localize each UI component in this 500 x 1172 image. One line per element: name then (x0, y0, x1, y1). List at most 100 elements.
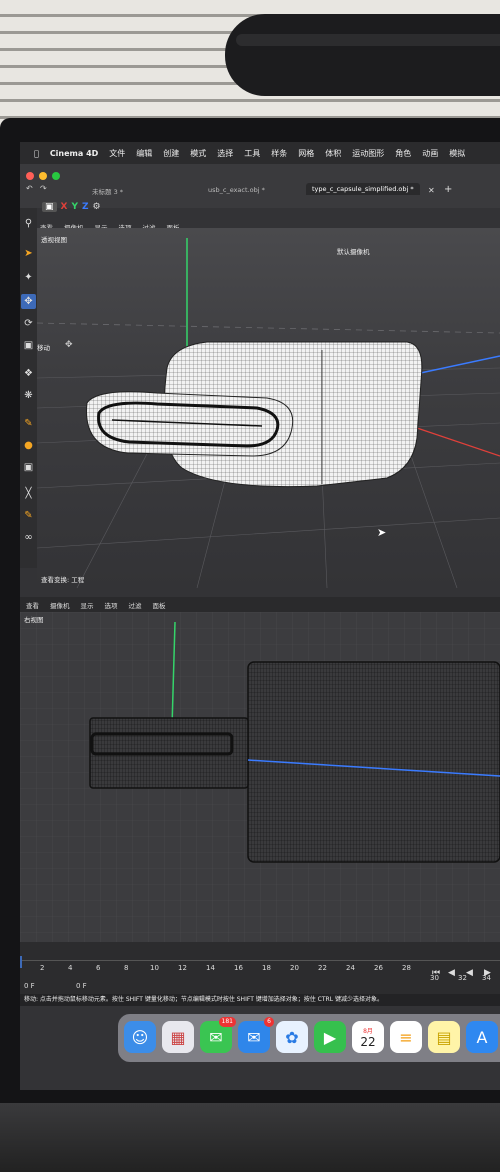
material-icon[interactable]: ▣ (21, 460, 36, 475)
frame-tick-26: 26 (374, 964, 383, 972)
minimize-window-button[interactable] (39, 172, 47, 180)
magnet-icon[interactable]: ∞ (21, 530, 36, 545)
start-frame-field[interactable]: 0 F (76, 982, 87, 990)
calendar-icon[interactable]: 8月 22 (352, 1021, 384, 1053)
left-toolbar: ⚲ ➤ ✦ ✥ ⟳ ▣ ❖ ❋ ✎ ● ▣ ╳ ✎ ∞ (20, 208, 37, 568)
snap-icon[interactable]: ❖ (21, 366, 36, 381)
menu-character[interactable]: 角色 (395, 148, 411, 159)
dock: ☺ ▦ ✉ 181 ✉ 6 ✿ ▶ 8月 22 ≡ ▤ A (118, 1014, 500, 1062)
rv-menu-view[interactable]: 查看 (26, 600, 39, 610)
redo-icon[interactable]: ↷ (40, 184, 47, 193)
axis-y-button[interactable]: Y (71, 202, 78, 212)
facetime-icon[interactable]: ▶ (314, 1021, 346, 1053)
frame-tick-24: 24 (346, 964, 355, 972)
workplane-icon[interactable]: ❋ (21, 388, 36, 403)
live-select-icon[interactable]: ✦ (21, 270, 36, 285)
menu-edit[interactable]: 编辑 (136, 148, 152, 159)
frame-tick-28: 28 (402, 964, 411, 972)
frame-tick-22: 22 (318, 964, 327, 972)
status-bar: 移动: 点击并拖动鼠标移动元素。按住 SHIFT 键量化移动；节点编辑模式时按住… (20, 994, 500, 1006)
tab-type-c-capsule[interactable]: type_c_capsule_simplified.obj * (306, 183, 420, 195)
frame-tick-14: 14 (206, 964, 215, 972)
menu-animate[interactable]: 动画 (422, 148, 438, 159)
mail-icon[interactable]: ✉ 6 (238, 1017, 274, 1053)
undo-icon[interactable]: ↶ (26, 184, 33, 193)
right-viewport[interactable]: 右视图 (20, 612, 500, 942)
zoom-window-button[interactable] (52, 172, 60, 180)
play-icon[interactable]: ▶ (484, 968, 491, 978)
add-tab-icon[interactable]: + (444, 184, 452, 195)
frame-tick-18: 18 (262, 964, 271, 972)
calendar-day: 22 (360, 1034, 376, 1049)
menu-create[interactable]: 创建 (163, 148, 179, 159)
menu-mesh[interactable]: 网格 (298, 148, 314, 159)
rv-menu-options[interactable]: 选项 (105, 600, 118, 610)
x-axis-line (416, 427, 500, 457)
frame-tick-10: 10 (150, 964, 159, 972)
menu-bar:  Cinema 4D 文件 编辑 创建 模式 选择 工具 样条 网格 体积 运… (20, 142, 500, 164)
close-window-button[interactable] (26, 172, 34, 180)
rv-menu-cameras[interactable]: 摄像机 (50, 600, 70, 610)
finder-icon[interactable]: ☺ (124, 1021, 156, 1053)
tab-usb-c-exact[interactable]: usb_c_exact.obj * (208, 186, 265, 194)
current-frame-field[interactable]: 0 F (24, 982, 35, 990)
launchpad-icon[interactable]: ▦ (162, 1021, 194, 1053)
playhead[interactable] (20, 956, 22, 968)
menu-file[interactable]: 文件 (109, 148, 125, 159)
rotate-tool-icon[interactable]: ⟳ (21, 316, 36, 331)
notes-icon[interactable]: ▤ (428, 1021, 460, 1053)
frame-tick-16: 16 (234, 964, 243, 972)
go-to-start-icon[interactable]: ⏮ (432, 968, 440, 978)
scale-tool-icon[interactable]: ▣ (21, 338, 36, 353)
move-tool-icon[interactable]: ✥ (21, 294, 36, 309)
frame-tick-2: 2 (40, 964, 45, 972)
right-view-scene (20, 612, 500, 942)
menu-tools[interactable]: 工具 (244, 148, 260, 159)
calendar-month: 8月 (363, 1027, 373, 1035)
frame-tick-6: 6 (96, 964, 101, 972)
apple-icon[interactable]:  (34, 149, 39, 158)
monitor-light-slot (236, 34, 500, 46)
paint-icon[interactable]: ● (21, 438, 36, 453)
rv-menu-panel[interactable]: 面板 (153, 600, 166, 610)
menu-mode[interactable]: 模式 (190, 148, 206, 159)
sculpt-icon[interactable]: ✎ (21, 508, 36, 523)
tool-mode-icon[interactable]: ▣ (42, 202, 57, 212)
timeline-ruler (20, 960, 500, 961)
perspective-viewport[interactable]: 透视视图 默认摄像机 移动 ✥ ➤ 查看变换: 工程 (37, 228, 500, 588)
knife-icon[interactable]: ╳ (21, 486, 36, 501)
previous-frame-icon[interactable]: ◀ (466, 968, 473, 978)
model-plug[interactable] (86, 391, 294, 457)
rv-menu-filter[interactable]: 过滤 (129, 600, 142, 610)
menu-mograph[interactable]: 运动图形 (352, 148, 384, 159)
right-viewport-menu: 查看 摄像机 显示 选项 过滤 面板 (26, 600, 166, 610)
tab-untitled-3[interactable]: 未标题 3 * (92, 186, 123, 196)
coordinate-system-icon[interactable]: ⚙ (93, 202, 101, 212)
messages-icon[interactable]: ✉ 181 (200, 1017, 236, 1053)
menu-simulate[interactable]: 模拟 (449, 148, 465, 159)
previous-key-icon[interactable]: ◀ (448, 968, 455, 978)
move-cross-icon: ✥ (65, 340, 73, 350)
menu-volume[interactable]: 体积 (325, 148, 341, 159)
view-transform-label: 查看变换: 工程 (41, 576, 85, 584)
safari-icon[interactable]: ✿ (276, 1021, 308, 1053)
menu-select[interactable]: 选择 (217, 148, 233, 159)
app-store-icon[interactable]: A (466, 1021, 498, 1053)
timeline[interactable]: ◈ 0 2 4 6 8 10 12 14 16 18 20 22 24 26 2… (20, 942, 500, 1002)
frame-tick-8: 8 (124, 964, 129, 972)
axis-x-button[interactable]: X (61, 202, 68, 212)
brush-icon[interactable]: ✎ (21, 416, 36, 431)
mouse-cursor-icon: ➤ (377, 526, 387, 539)
rv-menu-display[interactable]: 显示 (81, 600, 94, 610)
close-tab-icon[interactable]: ✕ (428, 186, 435, 195)
messages-badge: 181 (218, 1017, 236, 1027)
reminders-icon[interactable]: ≡ (390, 1021, 422, 1053)
menu-app-name[interactable]: Cinema 4D (50, 149, 98, 158)
search-icon[interactable]: ⚲ (21, 216, 36, 231)
window-controls (26, 172, 60, 180)
selection-tool-icon[interactable]: ➤ (21, 246, 36, 261)
menu-spline[interactable]: 样条 (271, 148, 287, 159)
axis-z-button[interactable]: Z (82, 202, 89, 212)
default-camera-label[interactable]: 默认摄像机 (337, 246, 370, 256)
frame-tick-4: 4 (68, 964, 73, 972)
